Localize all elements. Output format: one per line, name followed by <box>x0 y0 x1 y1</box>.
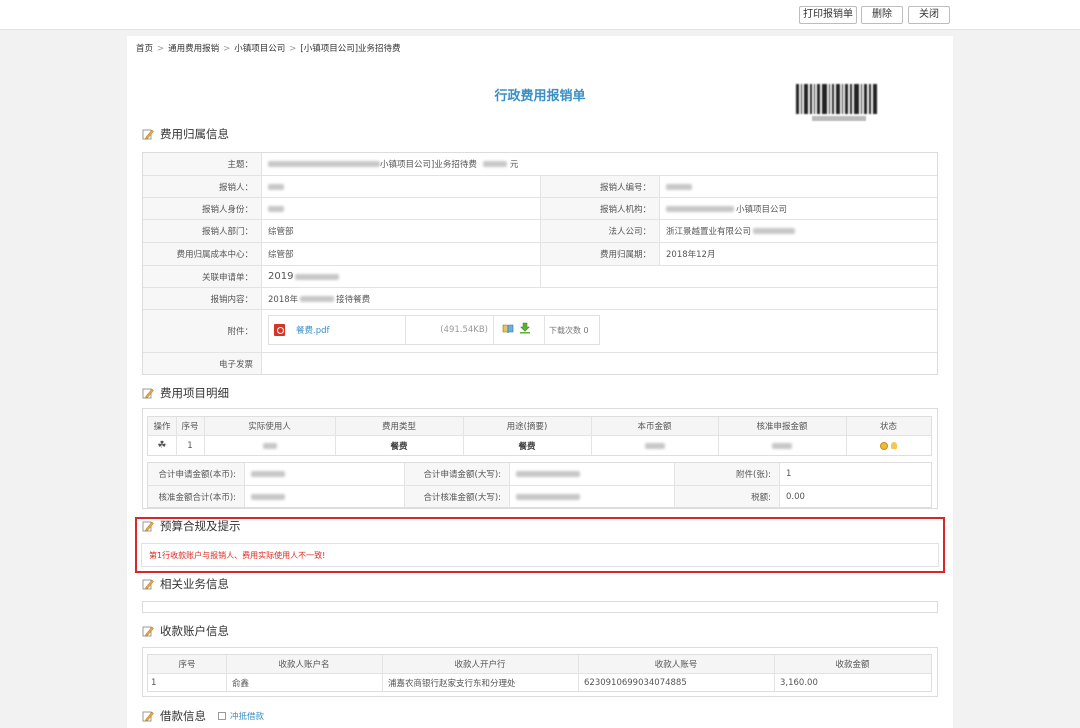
recv-bank: 浦嘉农商银行赵家支行东和分理处 <box>388 678 516 689</box>
edit-icon <box>142 520 154 532</box>
applicant-no-label: 报销人编号： <box>541 176 659 197</box>
dept-value: 综管部 <box>268 227 294 237</box>
item-user <box>204 436 335 455</box>
apply-amount-value <box>245 463 404 485</box>
col-header-recv-amount: 收款金额 <box>835 660 870 670</box>
breadcrumb: 首页 > 通用费用报销 > 小镇项目公司 > [小镇项目公司]业务招待费 <box>136 42 401 54</box>
related-req-label: 关联申请单： <box>143 266 261 287</box>
section-header-attribution: 费用归属信息 <box>142 126 229 142</box>
attachments-count-label: 附件(张): <box>675 463 779 485</box>
breadcrumb-category[interactable]: 通用费用报销 <box>168 42 219 54</box>
applicant-value <box>262 176 539 197</box>
section-header-items: 费用项目明细 <box>142 385 229 401</box>
apply-upper-label: 合计申请金额(大写): <box>405 463 509 485</box>
close-button[interactable]: 关闭 <box>908 6 950 24</box>
subject-label: 主题： <box>143 153 261 175</box>
apply-upper-value <box>510 463 674 485</box>
col-header-action: 操作 <box>153 422 171 432</box>
legal-value: 浙江景越置业有限公司 <box>660 220 937 242</box>
status-person-icon <box>891 442 897 449</box>
tax-label: 税额: <box>675 486 779 507</box>
row-action-icon[interactable]: ☘ <box>148 436 176 455</box>
cost-center-label: 费用归属成本中心： <box>143 243 261 265</box>
item-seq: 1 <box>187 440 193 451</box>
edit-icon <box>142 128 154 140</box>
item-status <box>846 436 931 455</box>
barcode-image <box>796 84 882 114</box>
item-amount <box>591 436 718 455</box>
edit-icon <box>142 710 154 722</box>
section-header-loan: 借款信息 冲抵借款 <box>142 708 264 724</box>
recv-name: 俞鑫 <box>232 678 250 689</box>
item-type: 餐费 <box>390 441 408 452</box>
edit-icon <box>142 625 154 637</box>
col-header-seq: 序号 <box>181 422 199 432</box>
col-header-amount: 本币金额 <box>637 422 672 432</box>
identity-label: 报销人身份： <box>143 198 261 219</box>
attachment-size: (491.54KB) <box>440 325 488 335</box>
legal-label: 法人公司： <box>541 220 659 242</box>
applicant-no-value <box>660 176 937 197</box>
download-icon[interactable] <box>519 322 531 334</box>
edit-icon <box>142 578 154 590</box>
top-toolbar: 打印报销单 删除 关闭 <box>0 0 1080 30</box>
item-purpose: 餐费 <box>518 441 536 452</box>
approved-upper-label: 合计核准金额(大写): <box>405 486 509 507</box>
related-business-panel <box>142 601 938 613</box>
status-coin-icon <box>880 441 888 450</box>
period-label: 费用归属期： <box>541 243 659 265</box>
dept-label: 报销人部门： <box>143 220 261 242</box>
period-value: 2018年12月 <box>666 250 716 260</box>
approved-amount-label: 核准金额合计(本币): <box>148 486 244 507</box>
attachment-file-link[interactable]: 餐费.pdf <box>296 318 396 342</box>
document-page <box>127 36 953 728</box>
attachments-count-value: 1 <box>786 469 792 479</box>
related-req-value[interactable]: 2019 <box>262 266 539 287</box>
budget-warning-message: 第1行收款账户与报销人、费用实际使用人不一致! <box>141 543 939 567</box>
col-header-recv-seq: 序号 <box>178 660 196 670</box>
col-header-recv-account: 收款人账号 <box>654 660 698 670</box>
download-count: 下载次数 0 <box>549 325 589 335</box>
approved-amount-value <box>245 486 404 507</box>
cost-center-value: 综管部 <box>268 250 294 260</box>
org-value: 小镇项目公司 <box>660 198 937 219</box>
page-title: 行政费用报销单 <box>494 89 586 104</box>
breadcrumb-current: [小镇项目公司]业务招待费 <box>300 44 401 54</box>
einvoice-label: 电子发票 <box>143 353 261 374</box>
section-header-receiving: 收款账户信息 <box>142 623 229 639</box>
delete-button[interactable]: 删除 <box>861 6 903 24</box>
item-approved <box>718 436 846 455</box>
preview-book-icon[interactable] <box>502 324 514 334</box>
identity-value <box>262 198 539 219</box>
content-label: 报销内容： <box>143 288 261 309</box>
recv-account: 6230910699034074885 <box>584 677 687 688</box>
pdf-icon <box>274 324 285 336</box>
offset-loan-toggle[interactable]: 冲抵借款 <box>218 710 264 722</box>
edit-icon <box>142 387 154 399</box>
print-button[interactable]: 打印报销单 <box>799 6 857 24</box>
recv-amount: 3,160.00 <box>780 677 818 688</box>
breadcrumb-company[interactable]: 小镇项目公司 <box>234 42 285 54</box>
barcode-number <box>812 116 866 121</box>
section-header-budget: 预算合规及提示 <box>142 518 241 534</box>
content-value: 2018年 接待餐费 <box>268 294 371 305</box>
col-header-purpose: 用途(摘要) <box>506 422 548 432</box>
breadcrumb-home[interactable]: 首页 <box>136 42 153 54</box>
col-header-recv-name: 收款人账户名 <box>278 660 330 670</box>
applicant-label: 报销人： <box>143 176 261 197</box>
subject-value: 小镇项目公司]业务招待费元 <box>262 153 937 175</box>
section-header-related: 相关业务信息 <box>142 576 229 592</box>
apply-amount-label: 合计申请金额(本币): <box>148 463 244 485</box>
offset-loan-checkbox[interactable] <box>218 712 226 720</box>
col-header-approved: 核准申报金额 <box>756 422 808 432</box>
col-header-user: 实际使用人 <box>248 422 291 432</box>
attachment-label: 附件： <box>143 310 261 352</box>
col-header-recv-bank: 收款人开户行 <box>454 660 506 670</box>
col-header-status: 状态 <box>879 422 897 432</box>
col-header-type: 费用类型 <box>381 422 416 432</box>
org-label: 报销人机构： <box>541 198 659 219</box>
tax-value: 0.00 <box>786 491 805 502</box>
approved-upper-value <box>510 486 674 507</box>
recv-seq: 1 <box>151 677 157 688</box>
